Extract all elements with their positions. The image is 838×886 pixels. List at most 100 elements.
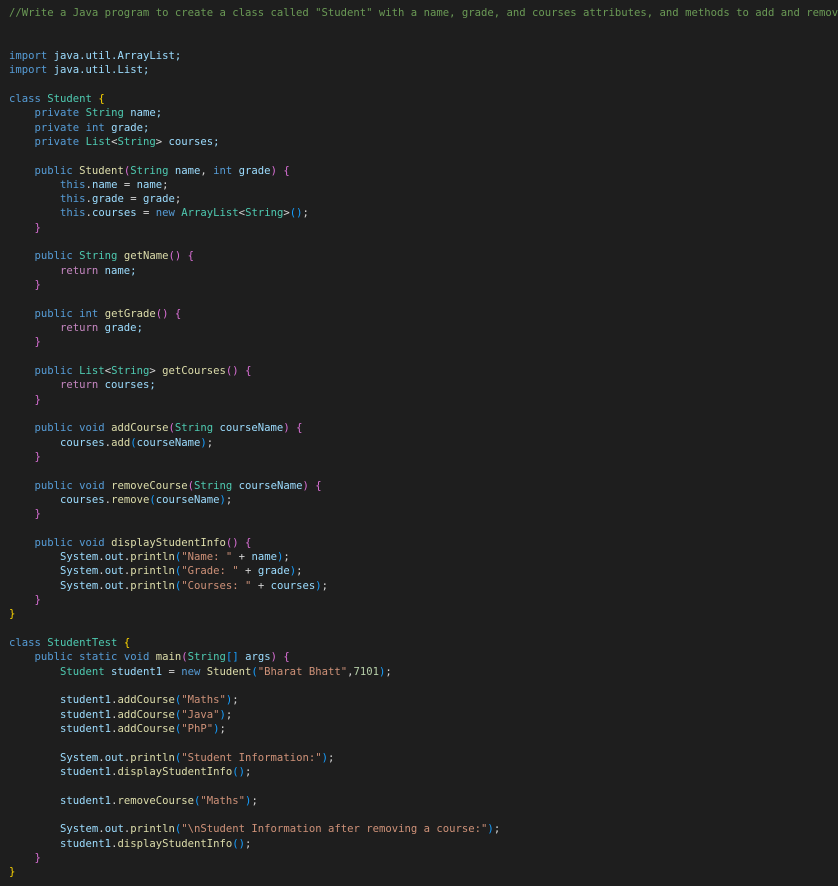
code-line[interactable]: }: [9, 450, 41, 464]
code-line[interactable]: System.out.println("Grade: " + grade);: [9, 564, 302, 578]
code-line[interactable]: public Student(String name, int grade) {: [9, 164, 290, 178]
code-line[interactable]: import java.util.List;: [9, 63, 149, 77]
code-token: Student: [206, 665, 252, 678]
code-token: (): [225, 365, 239, 377]
code-line[interactable]: public void removeCourse(String courseNa…: [9, 479, 322, 493]
code-token: ;: [162, 178, 169, 191]
code-line[interactable]: student1.displayStudentInfo();: [9, 765, 251, 779]
code-line[interactable]: import java.util.ArrayList;: [9, 49, 181, 63]
code-line[interactable]: public void addCourse(String courseName)…: [9, 421, 303, 435]
code-token: {: [283, 651, 290, 664]
code-token: =: [117, 178, 137, 191]
code-line[interactable]: private int grade;: [9, 121, 150, 135]
code-token: (): [232, 837, 246, 850]
code-line[interactable]: Student student1 = new Student("Bharat B…: [9, 665, 392, 679]
code-token: ;: [245, 837, 252, 850]
code-token: student1: [9, 837, 112, 850]
code-token: String: [174, 422, 214, 435]
code-token: public: [9, 479, 73, 492]
code-token: +: [251, 579, 271, 592]
code-line[interactable]: //Write a Java program to create a class…: [9, 6, 838, 20]
code-token: displayStudentInfo: [117, 837, 233, 850]
code-token: this: [9, 178, 86, 191]
code-line[interactable]: }: [9, 607, 15, 621]
code-line[interactable]: }: [9, 507, 41, 521]
code-token: "Courses: ": [181, 579, 252, 592]
code-line[interactable]: this.grade = grade;: [9, 192, 181, 206]
code-token: "Grade: ": [181, 565, 239, 578]
code-token: courseName: [155, 493, 220, 506]
code-line[interactable]: }: [9, 278, 41, 292]
code-token: getGrade: [104, 307, 156, 320]
code-token: String: [194, 479, 233, 492]
code-line[interactable]: System.out.println("\nStudent Informatio…: [9, 822, 500, 836]
code-token: println: [130, 823, 175, 836]
code-line[interactable]: }: [9, 393, 41, 407]
code-token: "PhP": [181, 723, 214, 735]
code-line[interactable]: System.out.println("Courses: " + courses…: [9, 579, 328, 593]
code-line[interactable]: student1.addCourse("Maths");: [9, 693, 239, 707]
code-token: ;: [232, 694, 239, 707]
code-line[interactable]: student1.addCourse("PhP");: [9, 722, 226, 736]
code-token: public: [9, 307, 73, 320]
code-token: ;: [493, 823, 501, 836]
code-token: "Maths": [181, 694, 226, 707]
code-line[interactable]: private String name;: [9, 106, 163, 120]
code-line[interactable]: return courses;: [9, 378, 156, 392]
code-line[interactable]: courses.remove(courseName);: [9, 493, 232, 507]
code-token: main: [155, 651, 182, 664]
code-token: =: [123, 193, 143, 206]
code-token: add: [111, 436, 131, 449]
code-token: void: [123, 651, 150, 664]
code-editor[interactable]: //Write a Java program to create a class…: [0, 0, 838, 886]
code-line[interactable]: this.courses = new ArrayList<String>();: [9, 206, 309, 220]
code-line[interactable]: student1.displayStudentInfo();: [9, 837, 251, 851]
code-token: System: [9, 565, 99, 578]
code-token: String: [79, 250, 118, 263]
code-line[interactable]: student1.removeCourse("Maths");: [9, 794, 258, 808]
code-line[interactable]: courses.add(courseName);: [9, 436, 213, 450]
code-token: int: [85, 121, 105, 134]
code-line[interactable]: student1.addCourse("Java");: [9, 708, 232, 722]
code-token: ;: [251, 794, 258, 807]
code-token: }: [9, 508, 41, 521]
code-token: }: [9, 866, 16, 879]
code-line[interactable]: public int getGrade() {: [9, 307, 182, 321]
code-token: {: [245, 365, 252, 377]
code-token: (): [225, 536, 239, 549]
code-line[interactable]: public static void main(String[] args) {: [9, 650, 290, 664]
code-token: student1: [9, 708, 112, 721]
code-token: Student: [9, 665, 105, 678]
code-line[interactable]: public void displayStudentInfo() {: [9, 536, 252, 550]
code-line[interactable]: }: [9, 851, 41, 865]
code-token: }: [9, 279, 41, 292]
code-token: ;: [327, 751, 335, 764]
code-token: name: [91, 178, 118, 191]
code-line[interactable]: this.name = name;: [9, 178, 169, 192]
code-line[interactable]: }: [9, 593, 41, 607]
code-token: return: [9, 322, 99, 335]
code-token: this: [9, 207, 86, 220]
code-token: []: [225, 651, 239, 664]
code-line[interactable]: System.out.println("Student Information:…: [9, 751, 334, 765]
code-token: remove: [111, 493, 150, 506]
code-line[interactable]: return grade;: [9, 321, 143, 335]
code-token: ;: [302, 207, 309, 220]
code-token: ArrayList: [181, 207, 239, 220]
code-line[interactable]: class Student {: [9, 92, 105, 106]
code-token: //Write a Java program to create a class…: [9, 7, 838, 19]
code-line[interactable]: }: [9, 221, 41, 235]
code-line[interactable]: public String getName() {: [9, 249, 195, 263]
code-line[interactable]: class StudentTest {: [9, 636, 130, 650]
code-token: System: [9, 551, 99, 564]
code-token: public: [9, 365, 73, 377]
code-line[interactable]: private List<String> courses;: [9, 135, 220, 149]
code-line[interactable]: System.out.println("Name: " + name);: [9, 550, 290, 564]
code-line[interactable]: }: [9, 865, 15, 879]
code-line[interactable]: public List<String> getCourses() {: [9, 364, 252, 378]
code-token: ;: [283, 551, 290, 564]
code-line[interactable]: return name;: [9, 264, 137, 278]
code-token: courses: [91, 207, 137, 220]
code-token: courses;: [98, 379, 156, 392]
code-line[interactable]: }: [9, 335, 41, 349]
